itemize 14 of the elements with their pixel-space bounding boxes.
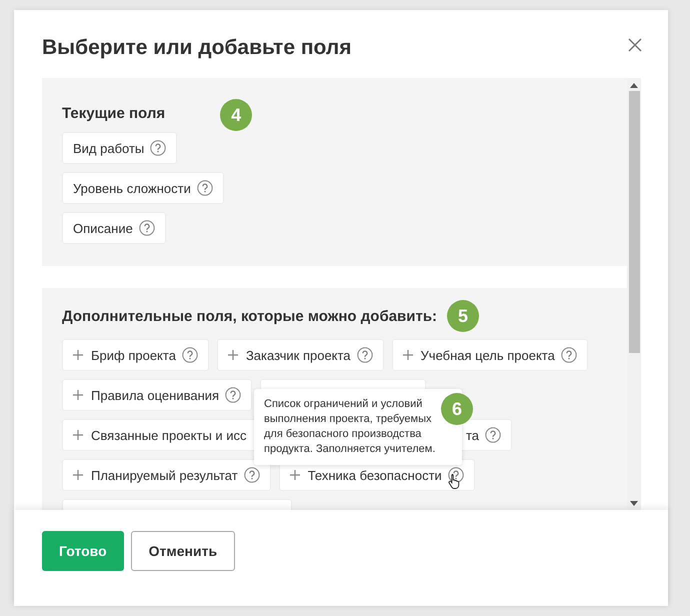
field-chip[interactable]: Описание	[62, 212, 166, 244]
field-chip[interactable]: Вид работы	[62, 132, 178, 164]
section-heading: Дополнительные поля, которые можно добавить:	[62, 308, 438, 324]
dialog-title: Выберите или добавьте поля	[42, 36, 352, 60]
step-badge: 4	[220, 99, 252, 131]
add-field-chip[interactable]: Планируемый результат	[62, 459, 271, 491]
section-heading: Текущие поля	[62, 104, 166, 122]
add-field-chip[interactable]: Заказчик проекта	[216, 339, 384, 371]
add-field-chip[interactable]: Бриф проекта	[62, 339, 209, 371]
step-badge: 5	[447, 300, 480, 332]
add-field-chip[interactable]: Правила оценивания	[62, 379, 252, 411]
field-chip[interactable]: Уровень сложности	[62, 172, 224, 204]
cancel-button[interactable]: Отменить	[130, 531, 236, 571]
add-field-chip[interactable]: Учебная цель проекта	[392, 339, 588, 371]
